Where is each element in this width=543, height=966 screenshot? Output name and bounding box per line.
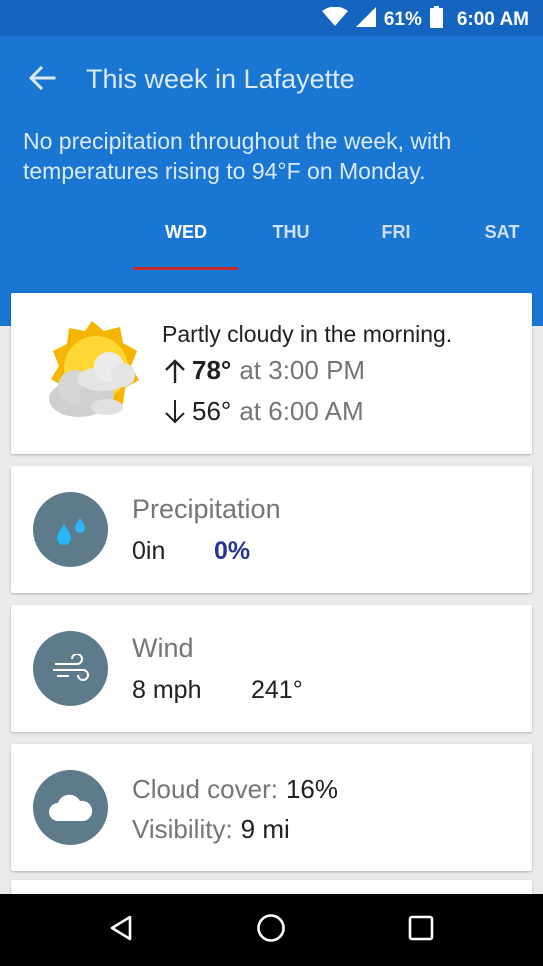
back-button[interactable] — [24, 62, 60, 98]
wind-speed: 8 mph — [132, 676, 202, 704]
precipitation-amount: 0in — [132, 537, 166, 565]
tab-sat[interactable]: SAT — [449, 222, 543, 270]
nav-back-button[interactable] — [101, 910, 141, 950]
arrow-back-icon — [28, 64, 56, 97]
status-icons: 61% 6:00 AM — [321, 6, 529, 34]
wind-icon — [33, 631, 108, 706]
tab-fri[interactable]: FRI — [343, 222, 449, 270]
forecast-card[interactable]: Partly cloudy in the morning. 78° at 3:0… — [11, 293, 532, 454]
circle-home-icon — [256, 913, 286, 948]
visibility-row: Visibility: 9 mi — [132, 814, 290, 845]
wind-direction: 241° — [251, 676, 303, 704]
signal-icon — [355, 7, 376, 33]
triangle-back-icon — [108, 914, 134, 947]
tab-thu[interactable]: THU — [238, 222, 344, 270]
high-temp: 78° — [192, 355, 232, 385]
status-bar: 61% 6:00 AM — [0, 0, 543, 36]
low-temp: 56° — [192, 396, 232, 426]
battery-icon — [429, 6, 443, 34]
low-time: at 6:00 AM — [239, 396, 364, 426]
cloud-cover-value: 16% — [285, 774, 339, 804]
square-recents-icon — [408, 915, 434, 946]
system-nav-bar — [0, 894, 543, 966]
cloud-cover-row: Cloud cover: 16% — [132, 774, 338, 805]
arrow-up-icon — [162, 357, 188, 385]
cloud-icon — [33, 770, 108, 845]
week-summary: No precipitation throughout the week, wi… — [23, 128, 452, 184]
tab-wed[interactable]: WED — [133, 222, 239, 270]
raindrops-icon — [33, 492, 108, 567]
day-tabs: WED THU FRI SAT — [0, 214, 543, 270]
precipitation-label: Precipitation — [132, 494, 281, 524]
app-header: This week in Lafayette No precipitation … — [0, 36, 543, 326]
cloud-cover-card[interactable]: Cloud cover: 16% Visibility: 9 mi — [11, 744, 532, 871]
high-time: at 3:00 PM — [239, 355, 366, 385]
page-title: This week in Lafayette — [86, 64, 355, 94]
visibility-value: 9 mi — [240, 814, 290, 844]
high-temp-row: 78° at 3:00 PM — [162, 355, 365, 386]
battery-percent: 61% — [383, 9, 422, 30]
condition-text: Partly cloudy in the morning. — [162, 321, 453, 347]
clock: 6:00 AM — [456, 9, 529, 30]
wifi-icon — [321, 6, 348, 33]
tab-indicator — [133, 267, 238, 270]
low-temp-row: 56° at 6:00 AM — [162, 396, 364, 427]
nav-recents-button[interactable] — [401, 910, 441, 950]
arrow-down-icon — [162, 398, 188, 426]
nav-home-button[interactable] — [251, 910, 291, 950]
precipitation-card[interactable]: Precipitation 0in 0% — [11, 466, 532, 593]
cloud-cover-label: Cloud cover: — [132, 774, 278, 804]
visibility-label: Visibility: — [132, 814, 233, 844]
wind-card[interactable]: Wind 8 mph 241° — [11, 605, 532, 732]
precipitation-chance: 0% — [214, 537, 251, 565]
partly-cloudy-icon — [39, 321, 145, 427]
wind-label: Wind — [132, 633, 194, 663]
